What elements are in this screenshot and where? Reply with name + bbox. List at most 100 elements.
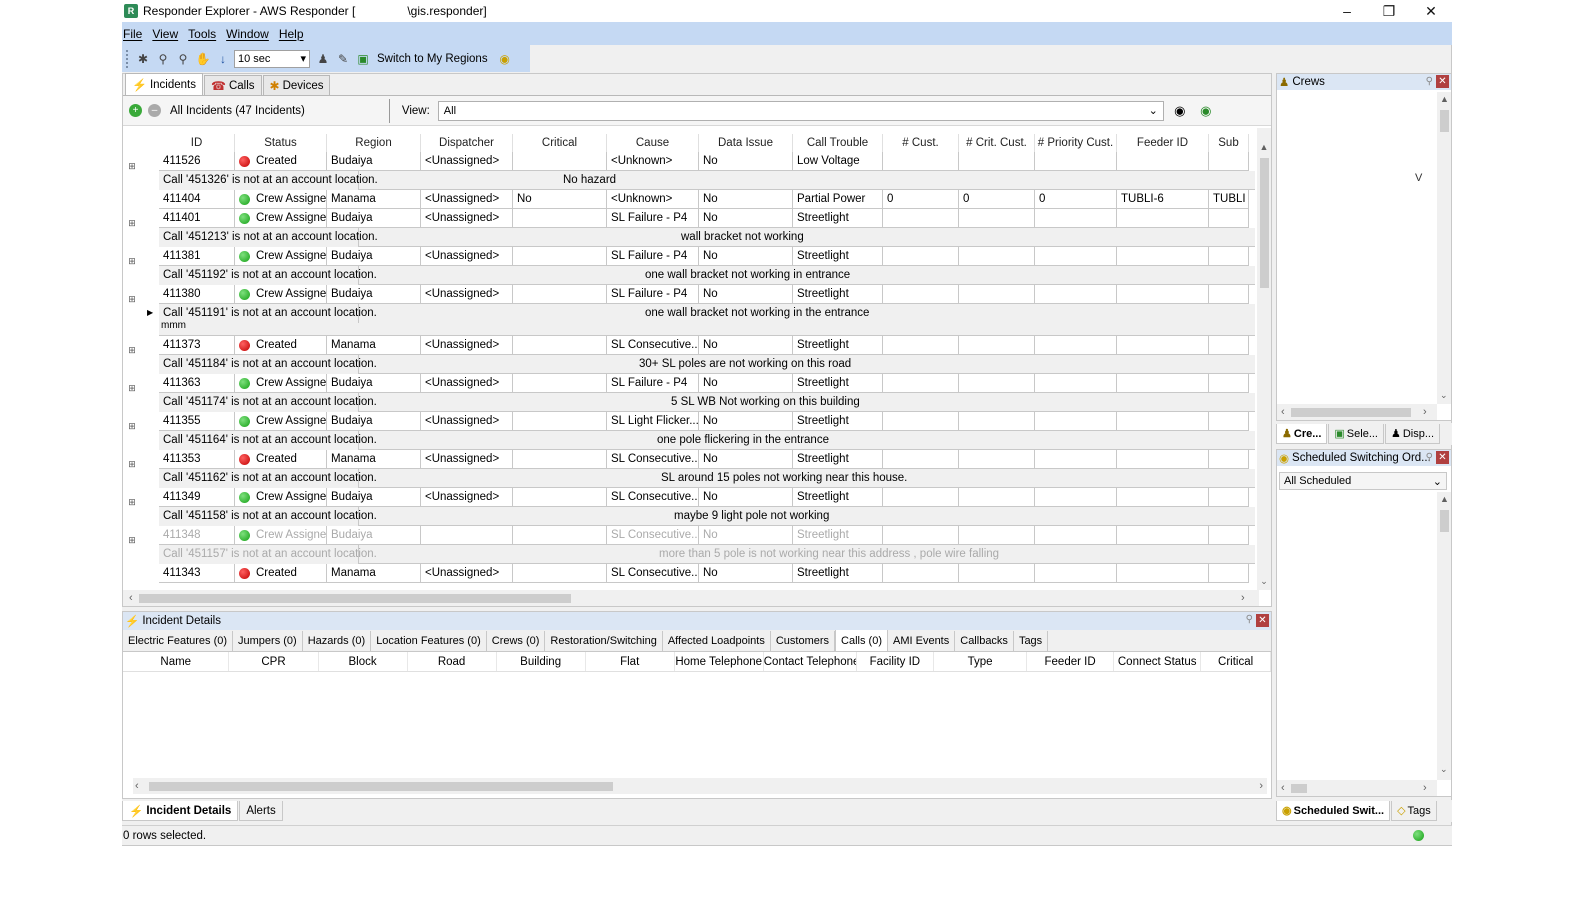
- column-header[interactable]: Feeder ID: [1117, 134, 1209, 152]
- expand-icon[interactable]: ⊞: [127, 256, 137, 266]
- tab-tags[interactable]: ◇ Tags: [1391, 801, 1437, 821]
- table-row[interactable]: 411355 Crew Assigned Budaiya <Unassigned> SL…: [159, 412, 1249, 431]
- scroll-left-icon[interactable]: ‹: [129, 590, 133, 606]
- table-row[interactable]: 411381 Crew Assigned Budaiya <Unassigned> SL…: [159, 247, 1249, 266]
- table-row[interactable]: 411526 Created Budaiya <Unassigned> <Unknown…: [159, 152, 1249, 171]
- pointer-icon[interactable]: ✱: [134, 50, 152, 68]
- column-header[interactable]: Region: [327, 134, 421, 152]
- call-detail-row[interactable]: Call '451326' is not at an account locat…: [159, 171, 1255, 190]
- details-tab[interactable]: Callbacks: [955, 631, 1014, 651]
- refresh-arrow-icon[interactable]: ↓: [214, 50, 232, 68]
- scroll-right-icon[interactable]: ›: [1259, 778, 1263, 794]
- expand-icon[interactable]: ⊞: [127, 383, 137, 393]
- details-tab[interactable]: Calls (0): [835, 629, 888, 651]
- minimize-icon[interactable]: –: [1326, 0, 1368, 22]
- expand-icon[interactable]: ⊞: [127, 294, 137, 304]
- scroll-down-icon[interactable]: ⌄: [1440, 390, 1448, 401]
- details-column-header[interactable]: Feeder ID: [1027, 652, 1115, 671]
- close-icon[interactable]: ✕: [1436, 451, 1449, 464]
- tab-alerts[interactable]: Alerts: [239, 801, 283, 821]
- tab-devices[interactable]: ✱ Devices: [262, 75, 331, 95]
- expand-icon[interactable]: ⊞: [127, 218, 137, 228]
- scrollbar-thumb[interactable]: [149, 782, 613, 791]
- scrollbar-thumb[interactable]: [1440, 110, 1449, 132]
- call-detail-row[interactable]: Call '451213' is not at an account locat…: [159, 228, 1255, 247]
- expand-icon[interactable]: ⊞: [127, 421, 137, 431]
- table-row[interactable]: 411353 Created Manama <Unassigned> SL Consec…: [159, 450, 1249, 469]
- tab-crews[interactable]: ♟ Cre...: [1276, 424, 1328, 444]
- call-detail-row[interactable]: Call '451164' is not at an account locat…: [159, 431, 1255, 450]
- call-detail-row[interactable]: Call '451157' is not at an account locat…: [159, 545, 1255, 564]
- zoom-out-icon[interactable]: ⚲: [174, 50, 192, 68]
- find-crew-icon[interactable]: ◉: [1196, 101, 1216, 121]
- details-horizontal-scrollbar[interactable]: ‹ ›: [133, 778, 1267, 794]
- table-row[interactable]: 411373 Created Manama <Unassigned> SL Consec…: [159, 336, 1249, 355]
- details-tab[interactable]: Hazards (0): [303, 631, 372, 651]
- column-header[interactable]: Dispatcher: [421, 134, 513, 152]
- scrollbar-thumb[interactable]: [1260, 158, 1269, 288]
- remove-icon[interactable]: –: [148, 104, 161, 117]
- crews-vertical-scrollbar[interactable]: ▲ ⌄: [1437, 92, 1451, 404]
- scroll-down-icon[interactable]: ⌄: [1257, 576, 1271, 587]
- call-detail-row[interactable]: Call '451184' is not at an account locat…: [159, 355, 1255, 374]
- tab-selection[interactable]: ▣ Sele...: [1328, 424, 1384, 444]
- user-icon[interactable]: ♟: [314, 50, 332, 68]
- details-tab[interactable]: Customers: [771, 631, 836, 651]
- tab-incidents[interactable]: ⚡ Incidents: [125, 73, 203, 95]
- details-column-header[interactable]: Type: [934, 652, 1028, 671]
- scrollbar-thumb[interactable]: [139, 594, 571, 603]
- expand-icon[interactable]: ⊞: [127, 535, 137, 545]
- view-select[interactable]: All ⌄: [437, 100, 1164, 121]
- expand-icon[interactable]: ⊞: [127, 345, 137, 355]
- menu-help[interactable]: Help: [279, 27, 304, 41]
- call-detail-row[interactable]: Call '451158' is not at an account locat…: [159, 507, 1255, 526]
- table-row[interactable]: 411380 Crew Assigned Budaiya <Unassigned> SL…: [159, 285, 1249, 304]
- details-tab[interactable]: Electric Features (0): [123, 631, 234, 651]
- scheduled-filter-select[interactable]: All Scheduled ⌄: [1279, 472, 1447, 490]
- expand-icon[interactable]: ⊞: [127, 161, 137, 171]
- scroll-left-icon[interactable]: ‹: [135, 778, 139, 794]
- expand-icon[interactable]: ⊞: [127, 497, 137, 507]
- pan-hand-icon[interactable]: ✋: [194, 50, 212, 68]
- grid-horizontal-scrollbar[interactable]: ‹ ›: [123, 590, 1259, 606]
- details-column-header[interactable]: Critical: [1201, 652, 1271, 671]
- table-row[interactable]: 411349 Crew Assigned Budaiya <Unassigned> SL…: [159, 488, 1249, 507]
- column-header[interactable]: # Cust.: [883, 134, 959, 152]
- menu-tools[interactable]: Tools: [188, 27, 216, 41]
- column-header[interactable]: Call Trouble: [793, 134, 883, 152]
- scroll-left-icon[interactable]: ‹: [1281, 780, 1285, 796]
- tab-incident-details[interactable]: ⚡ Incident Details: [122, 801, 239, 821]
- scroll-left-icon[interactable]: ‹: [1281, 404, 1285, 420]
- close-icon[interactable]: ✕: [1256, 614, 1269, 627]
- scrollbar-thumb[interactable]: [1440, 510, 1449, 532]
- column-header[interactable]: Status: [235, 134, 327, 152]
- table-row[interactable]: 411343 Created Manama <Unassigned> SL Consec…: [159, 564, 1249, 583]
- table-row[interactable]: 411401 Crew Assigned Budaiya <Unassigned> SL…: [159, 209, 1249, 228]
- scroll-up-icon[interactable]: ▲: [1440, 94, 1449, 104]
- scroll-right-icon[interactable]: ›: [1423, 780, 1427, 796]
- refresh-interval-select[interactable]: 10 sec ▾: [234, 49, 310, 68]
- details-column-header[interactable]: CPR: [229, 652, 319, 671]
- pin-icon[interactable]: ⚲: [1426, 76, 1433, 87]
- grid-vertical-scrollbar[interactable]: ▲ ⌄: [1257, 128, 1271, 590]
- details-column-header[interactable]: Facility ID: [857, 652, 935, 671]
- details-tab[interactable]: Restoration/Switching: [545, 631, 663, 651]
- pin-icon[interactable]: ⚲: [1426, 452, 1433, 463]
- menu-file[interactable]: File: [123, 27, 142, 41]
- details-tab[interactable]: Location Features (0): [371, 631, 487, 651]
- table-row[interactable]: 411363 Crew Assigned Budaiya <Unassigned> SL…: [159, 374, 1249, 393]
- scroll-right-icon[interactable]: ›: [1241, 590, 1245, 606]
- column-header[interactable]: Data Issue: [699, 134, 793, 152]
- expand-icon[interactable]: ⊞: [127, 459, 137, 469]
- column-header[interactable]: ID: [159, 134, 235, 152]
- table-row[interactable]: 411404 Crew Assigned Manama <Unassigned> No <…: [159, 190, 1249, 209]
- edit-icon[interactable]: ✎: [334, 50, 352, 68]
- details-tab[interactable]: Tags: [1014, 631, 1049, 651]
- toolbar-grip[interactable]: [126, 49, 132, 68]
- region-map-icon[interactable]: ▣: [354, 50, 372, 68]
- restore-icon[interactable]: ❐: [1368, 0, 1410, 22]
- tab-scheduled-switching[interactable]: ◉ Scheduled Swit...: [1276, 801, 1391, 821]
- scroll-up-icon[interactable]: ▲: [1440, 494, 1449, 504]
- binoculars-icon[interactable]: ◉: [1170, 101, 1190, 121]
- table-row[interactable]: 411348 Crew Assigned Budaiya SL Consecutive…: [159, 526, 1249, 545]
